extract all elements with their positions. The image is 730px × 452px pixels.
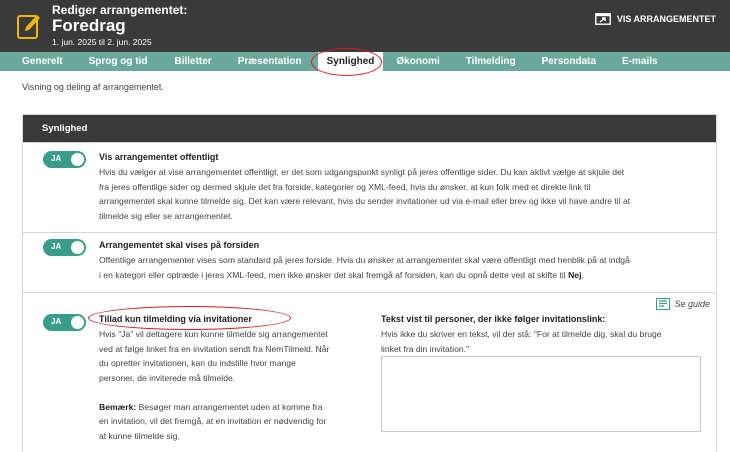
guide-icon bbox=[656, 298, 671, 310]
setting-title: Tillad kun tilmelding via invitationer bbox=[99, 314, 252, 324]
tab-generelt[interactable]: Generelt bbox=[22, 52, 63, 71]
external-view-icon bbox=[594, 13, 611, 25]
note-line: Bemærk: Besøger man arrangementet uden a… bbox=[99, 401, 323, 412]
guide-label: Se guide bbox=[674, 299, 710, 309]
setting-description: Offentlige arrangementer vises som stand… bbox=[99, 253, 714, 282]
toggle-knob bbox=[71, 241, 84, 254]
help-line: linket fra din invitation." bbox=[381, 343, 470, 354]
toggle-knob bbox=[71, 153, 84, 166]
description-line: fra jeres offentlige sider og dermed skj… bbox=[99, 181, 591, 192]
invitation-text-label: Tekst vist til personer, der ikke følger… bbox=[381, 314, 606, 324]
description-line: tilmelde sig eller se arrangementet. bbox=[99, 210, 233, 221]
invitation-text-help: Hvis ikke du skriver en tekst, vil der s… bbox=[381, 327, 711, 356]
edit-icon bbox=[17, 15, 40, 39]
page-title: Foredrag bbox=[52, 16, 126, 35]
panel-title: Synlighed bbox=[23, 115, 716, 142]
tab-synlighed[interactable]: Synlighed bbox=[317, 52, 384, 71]
description-line: arrangementet skal kunne tilmelde sig. D… bbox=[99, 196, 631, 206]
toggle-label: JA bbox=[51, 154, 62, 163]
view-event-button[interactable]: VIS ARRANGEMENTET bbox=[594, 13, 716, 25]
tab-praesentation[interactable]: Præsentation bbox=[238, 52, 302, 71]
note-line: at kunne tilmelde sig. bbox=[99, 430, 180, 441]
description-line: personer, de inviterede må tilmelde. bbox=[99, 372, 236, 383]
toggle-label: JA bbox=[51, 317, 62, 326]
view-event-label: VIS ARRANGEMENTET bbox=[616, 14, 716, 24]
help-line: Hvis ikke du skriver en tekst, vil der s… bbox=[381, 329, 662, 339]
description-line: i en kategori eller optræde i jeres XML-… bbox=[99, 269, 584, 280]
setting-row-invitation: Se guide JA Tillad kun tilmelding via in… bbox=[23, 292, 716, 452]
description-line: du opretter invitationen, kan du indstil… bbox=[99, 358, 296, 368]
tab-bar: Generelt Sprog og tid Billetter Præsenta… bbox=[0, 52, 730, 71]
setting-title: Arrangementet skal vises på forsiden bbox=[99, 240, 260, 250]
setting-row-frontpage: JA Arrangementet skal vises på forsiden … bbox=[23, 232, 716, 292]
description-line: ved at følge linket fra en invitation se… bbox=[99, 343, 330, 354]
tab-e-mails[interactable]: E-mails bbox=[622, 52, 658, 71]
description-line: Offentlige arrangementer vises som stand… bbox=[99, 255, 630, 265]
toggle-label: JA bbox=[51, 242, 62, 251]
description-line: Hvis "Ja" vil deltagere kun kunne tilmel… bbox=[99, 329, 328, 339]
header-subtitle: Rediger arrangementet: bbox=[52, 3, 188, 17]
setting-row-public: JA Vis arrangementet offentligt Hvis du … bbox=[23, 142, 716, 232]
tab-persondata[interactable]: Persondata bbox=[542, 52, 596, 71]
page-header: Rediger arrangementet: Foredrag 1. jun. … bbox=[0, 0, 730, 52]
tab-tilmelding[interactable]: Tilmelding bbox=[466, 52, 516, 71]
setting-description: Hvis du vælger at vise arrangementet off… bbox=[99, 165, 714, 223]
see-guide-link[interactable]: Se guide bbox=[656, 298, 710, 310]
invitation-only-toggle[interactable]: JA bbox=[43, 314, 86, 331]
setting-title: Vis arrangementet offentligt bbox=[99, 152, 219, 162]
note-line: en invitation, vil det fremgå, at en inv… bbox=[99, 416, 327, 426]
public-toggle[interactable]: JA bbox=[43, 151, 86, 168]
event-dates: 1. jun. 2025 til 2. jun. 2025 bbox=[52, 37, 152, 47]
setting-description: Hvis "Ja" vil deltagere kun kunne tilmel… bbox=[99, 327, 379, 443]
note-label: Bemærk: bbox=[99, 401, 137, 412]
visibility-panel: Synlighed JA Vis arrangementet offentlig… bbox=[22, 114, 717, 452]
tab-sprog-og-tid[interactable]: Sprog og tid bbox=[89, 52, 148, 71]
no-option-text: Nej bbox=[568, 269, 582, 280]
frontpage-toggle[interactable]: JA bbox=[43, 239, 86, 256]
invitation-text-input[interactable] bbox=[381, 356, 701, 432]
description-line: Hvis du vælger at vise arrangementet off… bbox=[99, 167, 625, 177]
toggle-knob bbox=[71, 316, 84, 329]
page-description: Visning og deling af arrangementet. bbox=[22, 82, 164, 92]
tab-oekonomi[interactable]: Økonomi bbox=[396, 52, 439, 71]
tab-billetter[interactable]: Billetter bbox=[174, 52, 211, 71]
